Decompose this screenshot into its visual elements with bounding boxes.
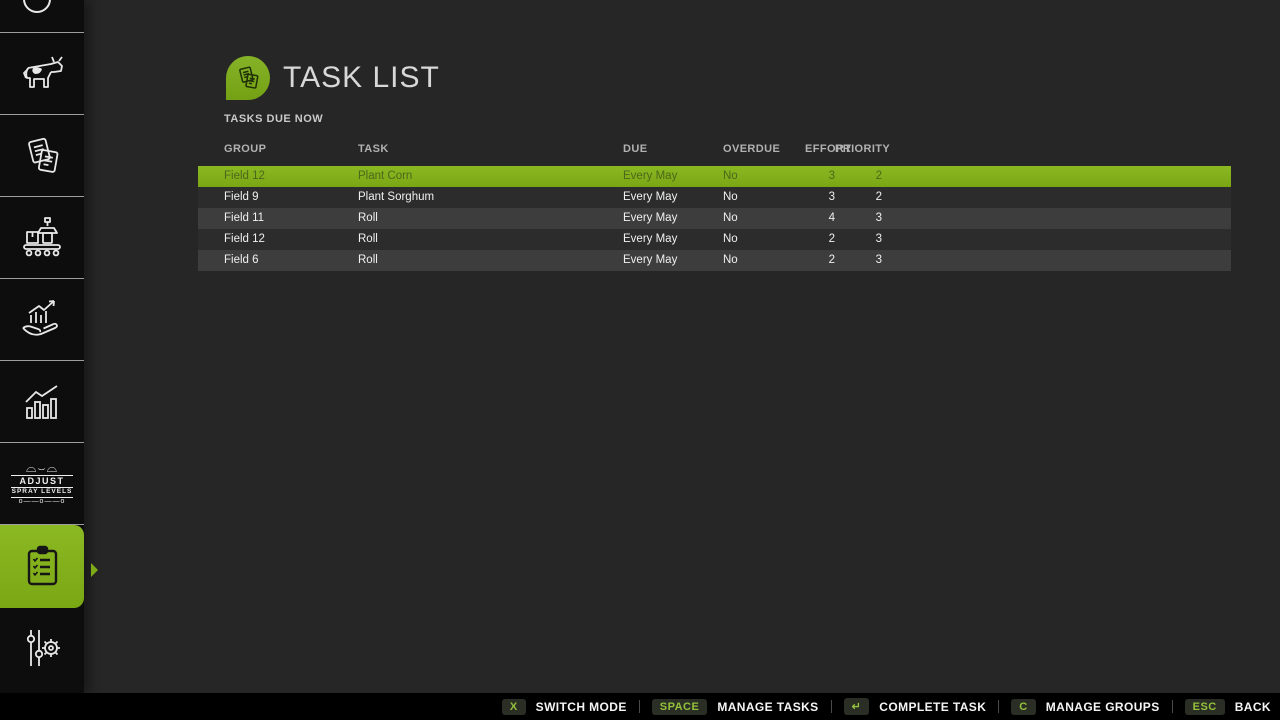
keybind-separator [639,700,640,713]
key-badge: ESC [1185,699,1225,715]
sliders-gear-icon [18,624,66,672]
cell-overdue: No [723,208,805,229]
cell-priority: 3 [835,229,882,250]
cell-overdue: No [723,166,805,187]
sidebar-item-adjust-spray-levels[interactable]: ⌓⌣⌓ ADJUST SPRAY LEVELS o——o——o [0,443,84,525]
table-row[interactable]: Field 12 Plant Corn Every May No 3 2 [198,166,1231,187]
cell-effort: 3 [805,187,835,208]
keybind-label: SWITCH MODE [536,700,627,714]
cell-task: Roll [358,250,623,271]
task-list-icon [226,56,270,100]
spray-label-1: ADJUST [11,475,74,488]
cell-task: Roll [358,208,623,229]
keybind-item[interactable]: X SWITCH MODE [502,699,627,715]
keybind-separator [831,700,832,713]
spray-levels-icon: ⌓⌣⌓ ADJUST SPRAY LEVELS o——o——o [11,461,74,505]
keybind-item[interactable]: ↵ COMPLETE TASK [844,698,987,715]
cell-due: Every May [623,229,723,250]
sidebar-item-statistics[interactable] [0,361,84,443]
section-subtitle: TASKS DUE NOW [224,113,323,125]
keybind-label: COMPLETE TASK [879,700,986,714]
cell-effort: 3 [805,166,835,187]
keybind-item[interactable]: SPACE MANAGE TASKS [652,699,819,715]
keybind-label: MANAGE TASKS [717,700,818,714]
keybind-separator [1172,700,1173,713]
header-overdue: OVERDUE [723,143,805,166]
table-row[interactable]: Field 9 Plant Sorghum Every May No 3 2 [198,187,1231,208]
cell-overdue: No [723,229,805,250]
spray-label-2: SPRAY LEVELS [11,488,74,498]
header-group: GROUP [198,143,358,166]
cell-due: Every May [623,208,723,229]
sidebar-item-task-list[interactable] [0,525,84,608]
sidebar-item-contracts[interactable] [0,115,84,197]
selection-pointer [91,563,98,577]
cell-priority: 3 [835,250,882,271]
table-header-row: GROUP TASK DUE OVERDUE EFFORT PRIORITY [198,143,1231,166]
sidebar-item-animals[interactable] [0,33,84,115]
cell-effort: 4 [805,208,835,229]
keybind-bar: X SWITCH MODE SPACE MANAGE TASKS ↵ COMPL… [0,693,1280,720]
cell-group: Field 6 [198,250,358,271]
cell-group: Field 12 [198,229,358,250]
header-effort: EFFORT [805,143,835,166]
cell-priority: 2 [835,187,882,208]
key-badge: ↵ [844,698,870,715]
production-icon [18,214,66,262]
cell-due: Every May [623,187,723,208]
sprayer-glyph: ⌓⌣⌓ [11,461,74,475]
spray-slider-glyph: o——o——o [11,498,74,505]
cell-task: Plant Corn [358,166,623,187]
cell-overdue: No [723,187,805,208]
table-row[interactable]: Field 12 Roll Every May No 2 3 [198,229,1231,250]
cell-due: Every May [623,166,723,187]
documents-icon [18,132,66,180]
keybind-label: BACK [1235,700,1271,714]
table-row[interactable]: Field 6 Roll Every May No 2 3 [198,250,1231,271]
cell-due: Every May [623,250,723,271]
cell-priority: 3 [835,208,882,229]
task-table: GROUP TASK DUE OVERDUE EFFORT PRIORITY F… [198,143,1231,271]
sidebar-item-production[interactable] [0,197,84,279]
main-panel: TASK LIST TASKS DUE NOW GROUP TASK DUE O… [84,0,1280,693]
keybind-separator [998,700,999,713]
cow-icon [18,53,66,95]
circle-icon [0,0,84,33]
key-badge: C [1011,699,1035,715]
cell-effort: 2 [805,229,835,250]
sidebar-item-finances[interactable] [0,0,84,33]
sidebar-item-settings[interactable] [0,608,84,687]
cell-effort: 2 [805,250,835,271]
hand-chart-icon [17,296,67,344]
key-badge: X [502,699,526,715]
cell-group: Field 9 [198,187,358,208]
cell-task: Plant Sorghum [358,187,623,208]
documents-glyph [233,63,263,93]
sidebar: ⌓⌣⌓ ADJUST SPRAY LEVELS o——o——o [0,0,84,693]
cell-group: Field 11 [198,208,358,229]
cell-overdue: No [723,250,805,271]
header-priority: PRIORITY [835,143,882,166]
header-due: DUE [623,143,723,166]
task-table-body: Field 12 Plant Corn Every May No 3 2 Fie… [198,166,1231,271]
clipboard-icon [19,542,65,592]
keybind-item[interactable]: ESC BACK [1185,699,1271,715]
keybind-label: MANAGE GROUPS [1046,700,1160,714]
bar-chart-icon [18,378,66,426]
table-row[interactable]: Field 11 Roll Every May No 4 3 [198,208,1231,229]
key-badge: SPACE [652,699,708,715]
cell-group: Field 12 [198,166,358,187]
keybind-item[interactable]: C MANAGE GROUPS [1011,699,1159,715]
page-title: TASK LIST [283,61,440,95]
cell-task: Roll [358,229,623,250]
title-row: TASK LIST [226,56,440,100]
header-task: TASK [358,143,623,166]
sidebar-item-economy[interactable] [0,279,84,361]
cell-priority: 2 [835,166,882,187]
